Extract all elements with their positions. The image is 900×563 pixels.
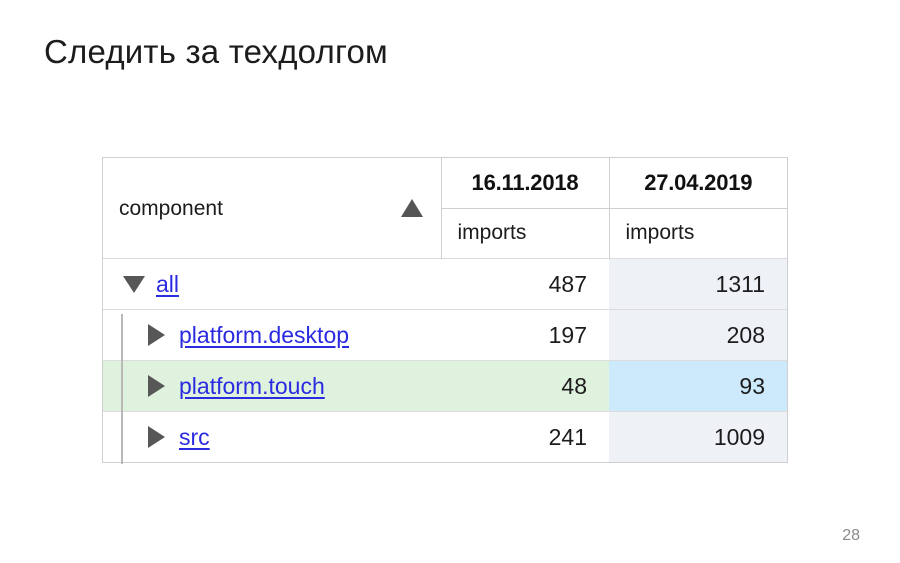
row-value-col1: 48: [441, 360, 609, 412]
row-value-col2: 1009: [609, 411, 787, 462]
column-header-component-label: component: [119, 196, 223, 220]
triangle-right-icon[interactable]: [148, 426, 165, 448]
page-number: 28: [842, 527, 860, 544]
column-header-date-1[interactable]: 16.11.2018: [441, 158, 610, 209]
slide: Следить за техдолгом component 16.11.201…: [0, 0, 900, 563]
row-name-cell: platform.desktop: [103, 309, 441, 361]
column-header-date-2[interactable]: 27.04.2019: [609, 158, 787, 209]
row-name-cell: src: [103, 411, 441, 462]
component-link-all[interactable]: all: [156, 271, 179, 298]
row-value-col2: 1311: [609, 258, 787, 310]
triangle-right-icon[interactable]: [148, 324, 165, 346]
table-row[interactable]: platform.desktop 197 208: [103, 309, 787, 361]
row-value-col1: 241: [441, 411, 609, 462]
row-value-col2: 208: [609, 309, 787, 361]
component-link-platform-desktop[interactable]: platform.desktop: [179, 322, 349, 349]
page-title: Следить за техдолгом: [44, 33, 388, 70]
row-name-cell: platform.touch: [103, 360, 441, 412]
table-body: all 487 1311 platform.desktop 197 208 pl…: [103, 258, 787, 462]
column-header-component[interactable]: component: [103, 158, 442, 259]
triangle-down-icon[interactable]: [123, 275, 145, 293]
column-header-metric-2[interactable]: imports: [609, 208, 787, 259]
tree-indent-guide: [121, 314, 123, 464]
table-header: component 16.11.2018 27.04.2019 imports …: [103, 158, 787, 259]
row-value-col1: 487: [441, 258, 609, 310]
column-header-metric-1[interactable]: imports: [441, 208, 610, 259]
tech-debt-table: component 16.11.2018 27.04.2019 imports …: [102, 157, 788, 463]
triangle-right-icon[interactable]: [148, 375, 165, 397]
row-value-col2: 93: [609, 360, 787, 412]
table-row[interactable]: all 487 1311: [103, 258, 787, 310]
row-value-col1: 197: [441, 309, 609, 361]
components-grid: component 16.11.2018 27.04.2019 imports …: [103, 158, 787, 462]
row-name-cell: all: [103, 258, 441, 310]
sort-ascending-triangle-icon[interactable]: [400, 199, 423, 217]
component-link-platform-touch[interactable]: platform.touch: [179, 373, 325, 400]
table-row[interactable]: platform.touch 48 93: [103, 360, 787, 412]
table-row[interactable]: src 241 1009: [103, 411, 787, 462]
component-link-src[interactable]: src: [179, 424, 210, 451]
